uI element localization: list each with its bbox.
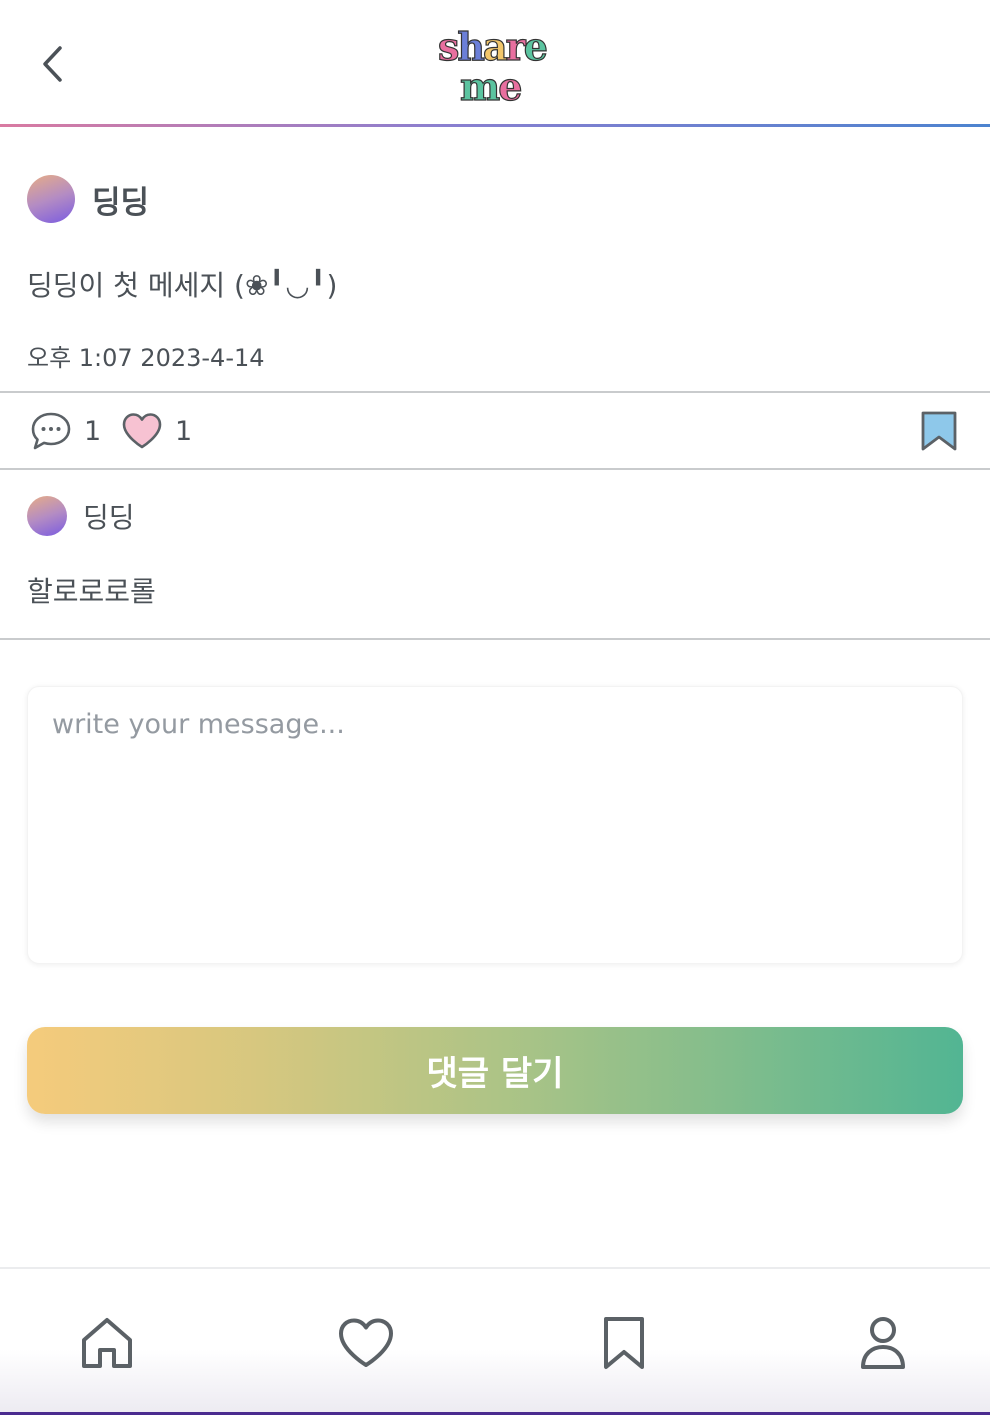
back-button[interactable] — [30, 40, 74, 88]
heart-icon — [122, 413, 162, 449]
post-text: 딩딩이 첫 메세지 (❀╹◡╹) — [27, 269, 338, 302]
user-icon — [861, 1317, 905, 1369]
like-button[interactable]: 1 — [121, 393, 192, 469]
heart-icon — [339, 1318, 393, 1367]
comment-count: 1 — [84, 415, 102, 447]
chevron-left-icon — [43, 46, 62, 82]
like-count: 1 — [175, 415, 193, 447]
bookmark-icon — [604, 1317, 644, 1369]
nav-profile[interactable] — [851, 1311, 915, 1375]
svg-text:share: share — [438, 24, 547, 69]
comment-item: 딩딩 할로로로롤 — [0, 470, 990, 638]
divider — [0, 638, 990, 640]
post-timestamp: 오후 1:07 2023-4-14 — [27, 344, 265, 372]
message-input-box — [27, 686, 963, 964]
avatar[interactable] — [27, 175, 75, 223]
avatar[interactable] — [27, 496, 67, 536]
post-card: 딩딩 딩딩이 첫 메세지 (❀╹◡╹) 오후 1:07 2023-4-14 — [0, 127, 990, 392]
post-detail-screen: share me 딩딩 딩딩이 첫 메세지 (❀╹◡╹) 오후 1:07 202… — [0, 0, 990, 1415]
nav-home[interactable] — [75, 1311, 139, 1375]
bookmark-icon — [921, 411, 957, 451]
submit-comment-button[interactable]: 댓글 달기 — [27, 1027, 963, 1114]
share-me-logo[interactable]: share me — [436, 20, 554, 109]
bottom-navigation — [0, 1267, 990, 1415]
home-icon — [82, 1318, 132, 1368]
app-header: share me — [0, 0, 990, 127]
speech-bubble-icon — [31, 412, 71, 450]
svg-text:me: me — [460, 64, 521, 106]
post-actions-bar: 1 1 — [0, 393, 990, 469]
message-input[interactable] — [28, 687, 962, 963]
comment-author[interactable]: 딩딩 — [27, 496, 135, 536]
comment-count-button[interactable]: 1 — [30, 393, 101, 469]
nav-bookmarks[interactable] — [592, 1311, 656, 1375]
post-author[interactable]: 딩딩 — [27, 175, 149, 223]
bookmark-button[interactable] — [918, 393, 960, 469]
comment-text: 할로로로롤 — [27, 575, 156, 608]
nav-likes[interactable] — [334, 1311, 398, 1375]
post-author-name: 딩딩 — [92, 184, 150, 221]
comment-author-name: 딩딩 — [83, 501, 135, 534]
